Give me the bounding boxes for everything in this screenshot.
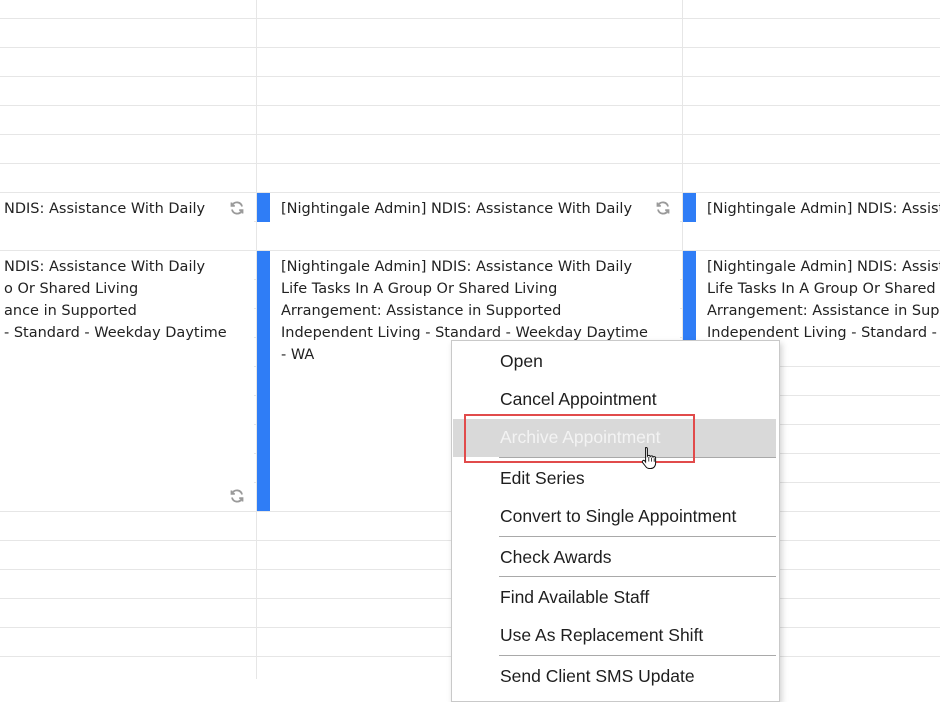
appointment-line: Independent Living - Standard - W: [707, 325, 940, 341]
appointment-title: [Nightingale Admin] NDIS: Assistance Wit…: [281, 201, 633, 217]
appointment-line: NDIS: Assistance With Daily: [4, 259, 206, 275]
menu-item-find-available-staff[interactable]: Find Available Staff: [453, 579, 776, 617]
appointment-line: o Or Shared Living: [4, 281, 139, 297]
appointment-line: - Standard - Weekday Daytime: [4, 325, 227, 341]
appointment-line: Life Tasks In A Group Or Shared Living: [281, 281, 558, 297]
menu-separator: [499, 655, 776, 656]
menu-separator: [499, 576, 776, 577]
appointment-line: [Nightingale Admin] NDIS: Assist: [707, 259, 940, 275]
appointment-color-bar: [257, 193, 270, 222]
appointment-line: ance in Supported: [4, 303, 137, 319]
appointment-title: [Nightingale Admin] NDIS: Assist: [707, 201, 940, 217]
appointment-line: Life Tasks In A Group Or Shared L: [707, 281, 940, 297]
appointment-color-bar: [683, 251, 696, 341]
recurrence-icon: [229, 488, 245, 504]
appointment-left-row2[interactable]: NDIS: Assistance With Daily o Or Shared …: [0, 251, 254, 511]
appointment-line: - WA: [281, 347, 315, 363]
appointment-left-row1[interactable]: NDIS: Assistance With Daily: [0, 193, 254, 222]
appointment-line: Arrangement: Assistance in Supported: [281, 303, 562, 319]
appointment-line: Arrangement: Assistance in Supp: [707, 303, 940, 319]
appointment-right-row1[interactable]: [Nightingale Admin] NDIS: Assist: [683, 193, 940, 222]
appointment-color-bar: [683, 193, 696, 222]
recurrence-icon: [229, 200, 245, 216]
recurrence-icon: [655, 200, 671, 216]
menu-item-use-as-replacement-shift[interactable]: Use As Replacement Shift: [453, 617, 776, 655]
highlight-box: [464, 414, 695, 463]
appointment-middle-row1[interactable]: [Nightingale Admin] NDIS: Assistance Wit…: [257, 193, 680, 222]
appointment-title: NDIS: Assistance With Daily: [4, 201, 206, 217]
appointment-line: [Nightingale Admin] NDIS: Assistance Wit…: [281, 259, 633, 275]
menu-item-edit-series[interactable]: Edit Series: [453, 460, 776, 498]
context-menu: Open Cancel Appointment Archive Appointm…: [451, 340, 780, 702]
menu-item-convert-to-single[interactable]: Convert to Single Appointment: [453, 498, 776, 536]
menu-separator: [499, 536, 776, 537]
menu-item-send-client-sms-update[interactable]: Send Client SMS Update: [453, 658, 776, 696]
appointment-right-row2[interactable]: [Nightingale Admin] NDIS: Assist Life Ta…: [683, 251, 940, 341]
menu-item-check-awards[interactable]: Check Awards: [453, 539, 776, 577]
menu-item-open[interactable]: Open: [453, 343, 776, 381]
hand-cursor-icon: [641, 446, 657, 472]
appointment-color-bar: [257, 251, 270, 511]
